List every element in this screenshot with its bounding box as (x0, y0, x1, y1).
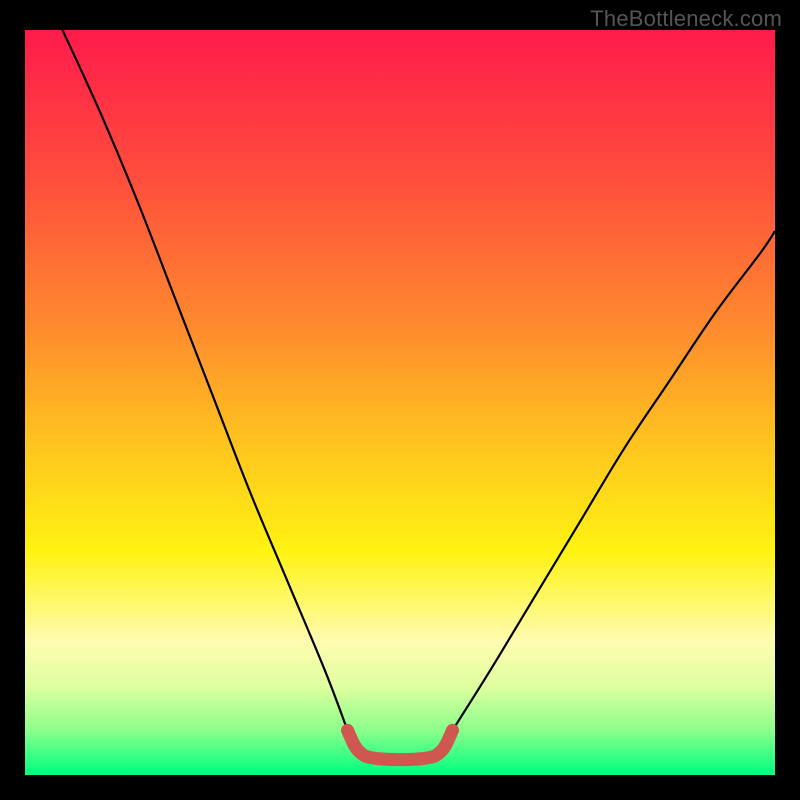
gradient-background (25, 30, 775, 775)
chart-frame: TheBottleneck.com (0, 0, 800, 800)
bottleneck-chart (25, 30, 775, 775)
plot-area (25, 30, 775, 775)
watermark-text: TheBottleneck.com (590, 6, 782, 32)
